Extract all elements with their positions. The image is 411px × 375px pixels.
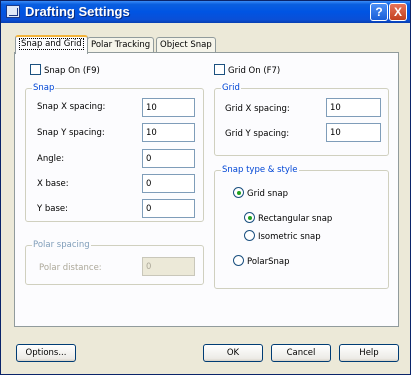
snap-on-label: Snap On (F9)	[44, 66, 100, 76]
rectangular-snap-label: Rectangular snap	[258, 214, 333, 224]
isometric-snap-label: Isometric snap	[258, 232, 321, 242]
isometric-snap-radio-dot[interactable]	[244, 230, 255, 241]
ok-button[interactable]: OK	[203, 344, 263, 362]
snap-x-spacing-input[interactable]	[142, 98, 195, 117]
options-button[interactable]: Options...	[16, 344, 76, 362]
tab-polar-tracking[interactable]: Polar Tracking	[87, 37, 155, 53]
snap-y-base-label: Y base:	[37, 204, 69, 214]
polar-snap-radio[interactable]: PolarSnap	[233, 255, 289, 267]
grid-x-spacing-label: Grid X spacing:	[225, 104, 290, 114]
snap-x-base-input[interactable]	[142, 174, 195, 193]
snap-angle-input[interactable]	[142, 149, 195, 168]
tab-object-snap[interactable]: Object Snap	[156, 37, 216, 53]
tab-snap-and-grid[interactable]: Snap and Grid	[15, 35, 88, 54]
snap-angle-label: Angle:	[37, 154, 65, 164]
grid-y-spacing-label: Grid Y spacing:	[225, 129, 290, 139]
grid-snap-radio[interactable]: Grid snap	[233, 187, 288, 199]
grid-on-checkbox-box[interactable]	[214, 64, 225, 75]
snap-y-spacing-input[interactable]	[142, 123, 195, 142]
window-title: Drafting Settings	[25, 4, 130, 19]
app-icon	[6, 5, 20, 18]
snap-y-spacing-label: Snap Y spacing:	[37, 128, 105, 138]
polar-spacing-group-title: Polar spacing	[32, 240, 91, 250]
grid-x-spacing-input[interactable]	[326, 98, 381, 117]
snap-on-checkbox[interactable]: Snap On (F9)	[30, 64, 100, 76]
grid-on-checkbox[interactable]: Grid On (F7)	[214, 64, 280, 76]
title-bar[interactable]: Drafting Settings ? X	[1, 1, 410, 23]
rectangular-snap-radio-dot[interactable]	[244, 212, 255, 223]
rectangular-snap-radio[interactable]: Rectangular snap	[244, 212, 332, 224]
snap-y-base-input[interactable]	[142, 199, 195, 218]
snap-on-checkbox-box[interactable]	[30, 64, 41, 75]
help-button[interactable]: Help	[339, 344, 399, 362]
snap-type-group-title: Snap type & style	[221, 165, 299, 175]
grid-y-spacing-input[interactable]	[326, 123, 381, 142]
snap-x-base-label: X base:	[37, 179, 69, 189]
drafting-settings-dialog: Drafting Settings ? X Snap and Grid Pola…	[0, 0, 411, 375]
polar-snap-radio-dot[interactable]	[233, 255, 244, 266]
snap-x-spacing-label: Snap X spacing:	[37, 102, 106, 112]
isometric-snap-radio[interactable]: Isometric snap	[244, 230, 321, 242]
polar-distance-input[interactable]	[142, 257, 195, 276]
grid-on-label: Grid On (F7)	[228, 66, 281, 76]
title-close-button[interactable]: X	[389, 3, 407, 21]
polar-distance-label: Polar distance:	[39, 263, 102, 273]
cancel-button[interactable]: Cancel	[271, 344, 331, 362]
polar-snap-label: PolarSnap	[247, 257, 290, 267]
grid-group-title: Grid	[221, 83, 241, 93]
tab-panel: Snap On (F9) Snap Snap X spacing: Snap Y…	[14, 52, 399, 327]
snap-group-title: Snap	[32, 83, 56, 93]
grid-snap-label: Grid snap	[247, 189, 288, 199]
grid-snap-radio-dot[interactable]	[233, 187, 244, 198]
title-help-button[interactable]: ?	[370, 3, 388, 21]
